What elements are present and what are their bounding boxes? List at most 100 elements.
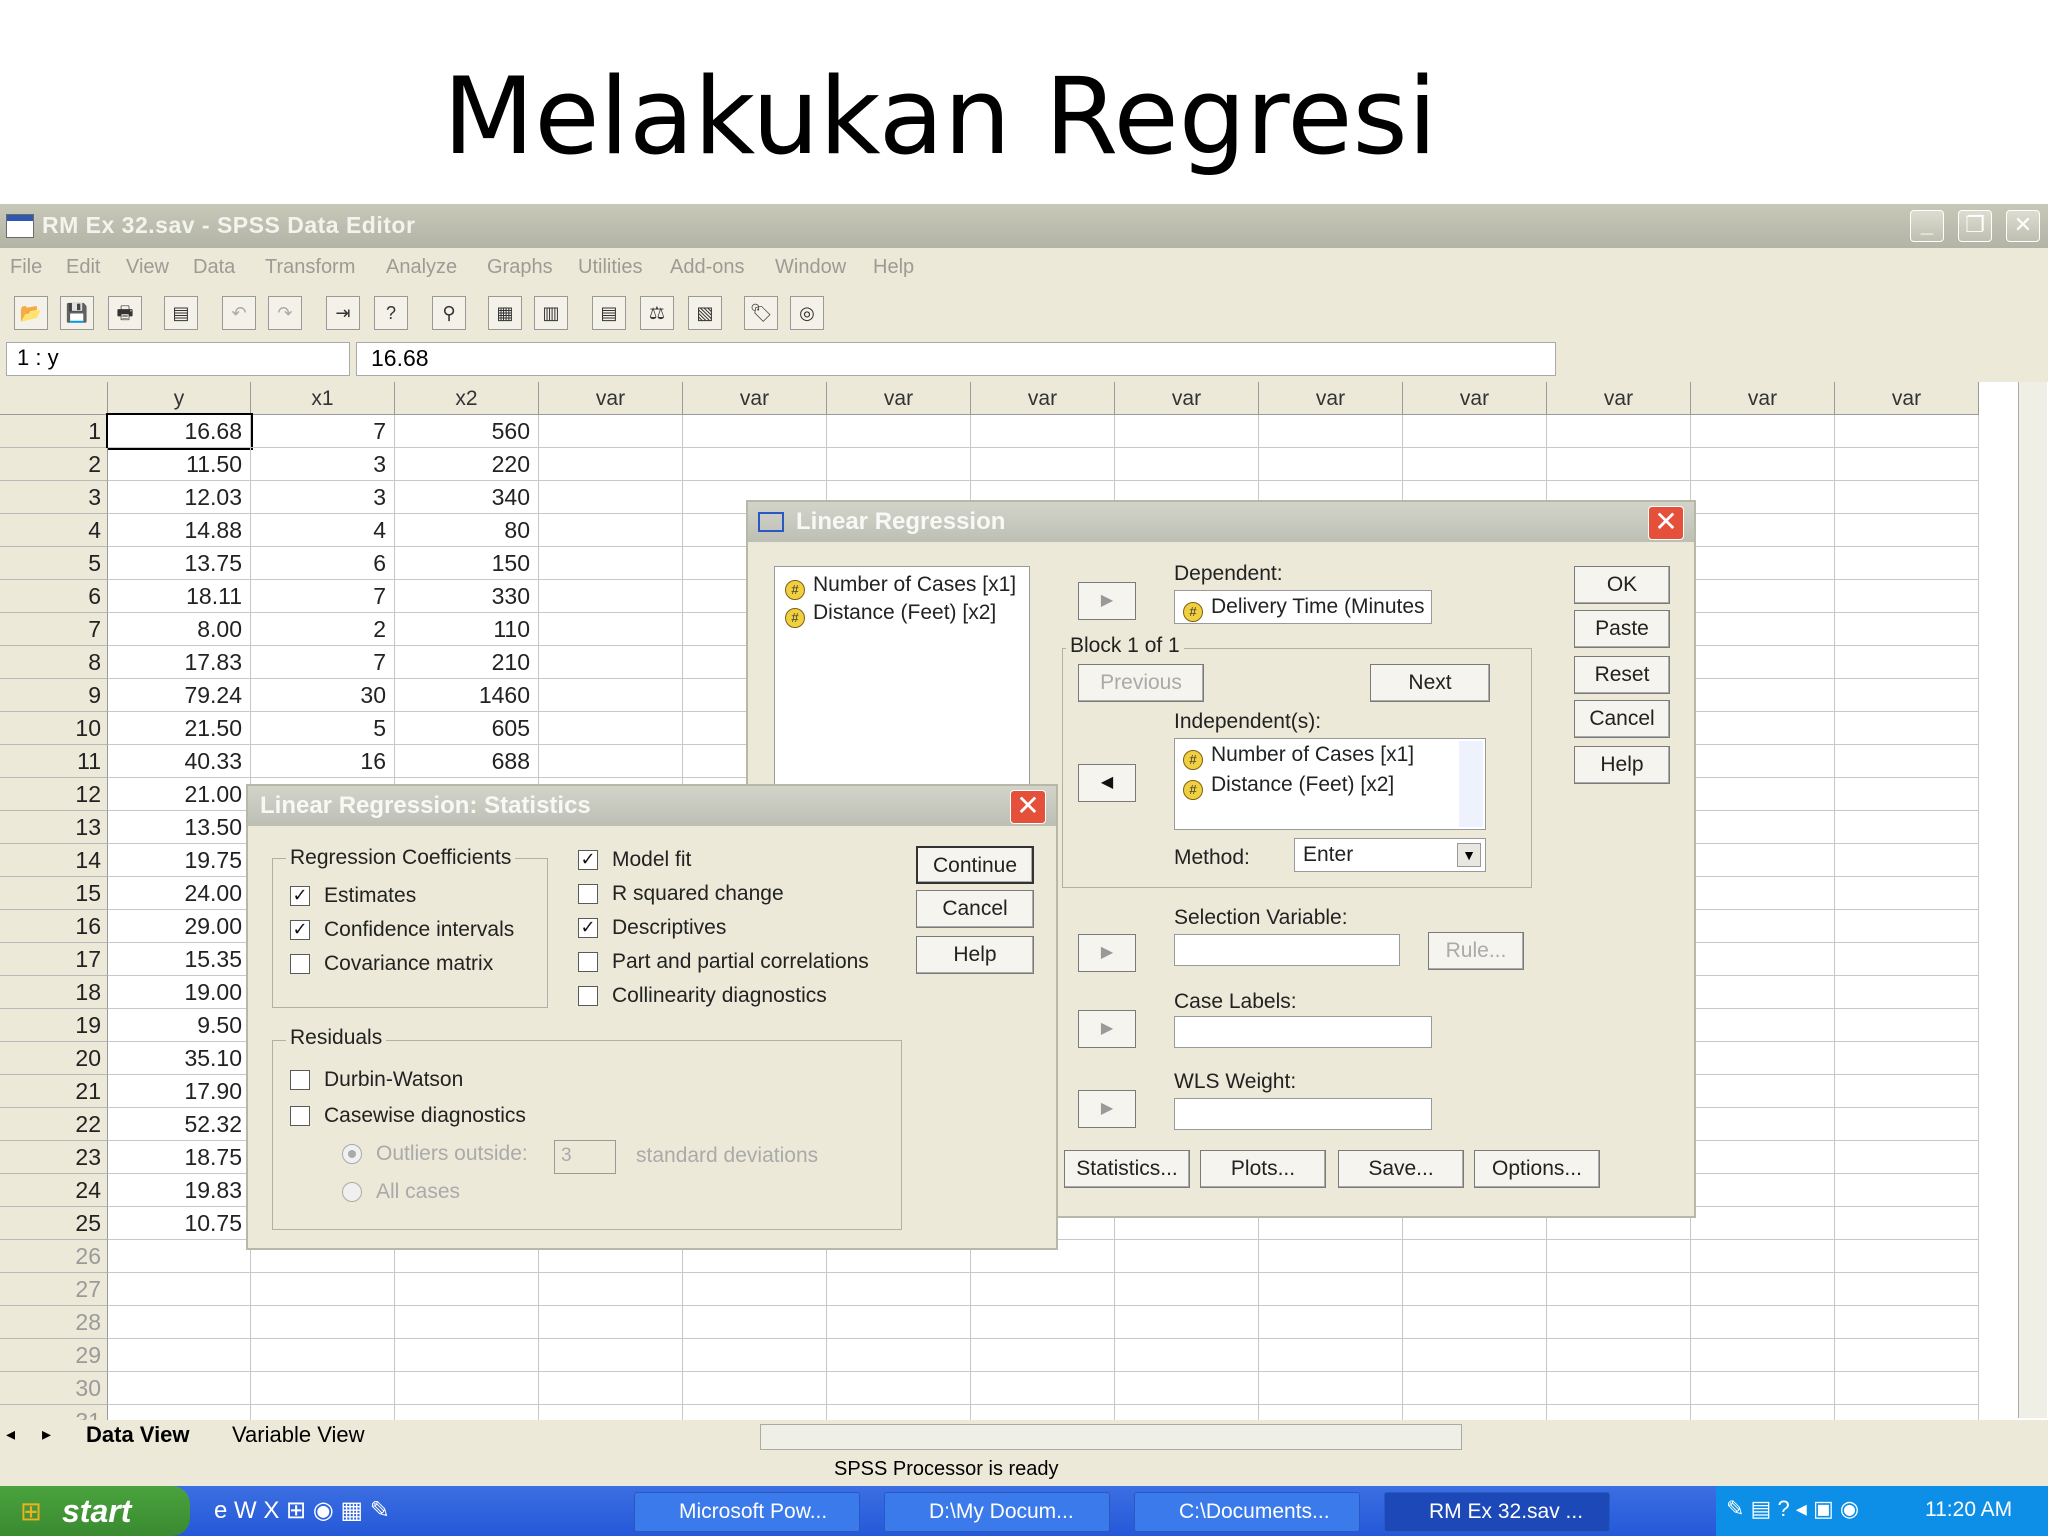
table-cell[interactable] xyxy=(1547,1306,1691,1339)
table-cell[interactable] xyxy=(1835,547,1979,580)
row-header[interactable]: 29 xyxy=(0,1339,108,1372)
column-header[interactable]: var xyxy=(1115,382,1259,415)
table-cell[interactable]: 19.00 xyxy=(108,976,251,1009)
table-cell[interactable] xyxy=(395,1339,539,1372)
table-cell[interactable] xyxy=(1403,1372,1547,1405)
row-header[interactable]: 4 xyxy=(0,514,108,547)
row-header[interactable]: 14 xyxy=(0,844,108,877)
table-cell[interactable] xyxy=(1835,613,1979,646)
row-header[interactable]: 30 xyxy=(0,1372,108,1405)
table-cell[interactable] xyxy=(971,1306,1115,1339)
row-header[interactable]: 8 xyxy=(0,646,108,679)
table-cell[interactable] xyxy=(539,547,683,580)
table-cell[interactable] xyxy=(1547,1339,1691,1372)
table-cell[interactable]: 35.10 xyxy=(108,1042,251,1075)
table-cell[interactable] xyxy=(108,1339,251,1372)
descriptives-checkbox[interactable]: ✓ xyxy=(578,918,598,938)
table-cell[interactable] xyxy=(1835,448,1979,481)
reset-button[interactable]: Reset xyxy=(1574,656,1670,694)
table-cell[interactable] xyxy=(1835,580,1979,613)
table-cell[interactable] xyxy=(683,1339,827,1372)
table-cell[interactable] xyxy=(1403,1339,1547,1372)
use-sets-icon[interactable]: ◎ xyxy=(790,296,824,330)
statistics-titlebar[interactable]: Linear Regression: Statistics xyxy=(248,786,1056,826)
independent-scrollbar[interactable] xyxy=(1459,741,1483,827)
table-cell[interactable] xyxy=(1547,1273,1691,1306)
table-cell[interactable]: 6 xyxy=(251,547,395,580)
continue-button[interactable]: Continue xyxy=(916,846,1034,884)
table-cell[interactable]: 17.90 xyxy=(108,1075,251,1108)
table-cell[interactable] xyxy=(1691,514,1835,547)
table-cell[interactable]: 220 xyxy=(395,448,539,481)
table-cell[interactable] xyxy=(251,1339,395,1372)
table-cell[interactable] xyxy=(971,1273,1115,1306)
table-cell[interactable] xyxy=(539,1372,683,1405)
table-cell[interactable] xyxy=(1691,1372,1835,1405)
table-cell[interactable] xyxy=(1115,1273,1259,1306)
table-cell[interactable] xyxy=(827,1273,971,1306)
row-header[interactable]: 7 xyxy=(0,613,108,646)
table-cell[interactable] xyxy=(539,580,683,613)
table-cell[interactable] xyxy=(1691,613,1835,646)
table-cell[interactable] xyxy=(1547,415,1691,448)
table-cell[interactable] xyxy=(1691,1108,1835,1141)
stats-help-button[interactable]: Help xyxy=(916,936,1034,974)
close-icon[interactable]: ✕ xyxy=(1648,506,1684,540)
table-cell[interactable] xyxy=(827,1339,971,1372)
table-cell[interactable] xyxy=(971,1339,1115,1372)
table-cell[interactable] xyxy=(1115,1372,1259,1405)
table-cell[interactable] xyxy=(1115,1240,1259,1273)
part-partial-checkbox[interactable] xyxy=(578,952,598,972)
table-cell[interactable] xyxy=(1835,679,1979,712)
table-cell[interactable] xyxy=(1259,1339,1403,1372)
table-cell[interactable] xyxy=(1835,745,1979,778)
table-cell[interactable] xyxy=(1691,1042,1835,1075)
table-cell[interactable] xyxy=(1547,1240,1691,1273)
table-cell[interactable] xyxy=(683,1273,827,1306)
table-cell[interactable] xyxy=(1835,1108,1979,1141)
table-cell[interactable]: 10.75 xyxy=(108,1207,251,1240)
row-header[interactable]: 22 xyxy=(0,1108,108,1141)
column-header[interactable]: var xyxy=(1259,382,1403,415)
row-header[interactable]: 3 xyxy=(0,481,108,514)
column-header[interactable]: x2 xyxy=(395,382,539,415)
table-cell[interactable] xyxy=(1547,1372,1691,1405)
table-cell[interactable] xyxy=(251,1372,395,1405)
dialog-recall-icon[interactable]: ▤ xyxy=(164,296,198,330)
table-cell[interactable] xyxy=(395,1372,539,1405)
menu-edit[interactable]: Edit xyxy=(66,256,100,279)
row-header[interactable]: 6 xyxy=(0,580,108,613)
table-cell[interactable] xyxy=(1691,448,1835,481)
table-cell[interactable] xyxy=(1835,1306,1979,1339)
independent-arrow-button[interactable]: ◀ xyxy=(1078,764,1136,802)
all-cases-radio[interactable] xyxy=(342,1182,362,1202)
row-header[interactable]: 18 xyxy=(0,976,108,1009)
restore-icon[interactable]: ❐ xyxy=(1958,210,1992,242)
table-cell[interactable] xyxy=(1835,1339,1979,1372)
menu-view[interactable]: View xyxy=(126,256,169,279)
table-cell[interactable] xyxy=(1259,448,1403,481)
ok-button[interactable]: OK xyxy=(1574,566,1670,604)
close-icon[interactable]: ✕ xyxy=(1010,790,1046,824)
table-cell[interactable] xyxy=(539,415,683,448)
table-cell[interactable] xyxy=(108,1273,251,1306)
table-cell[interactable] xyxy=(1259,1273,1403,1306)
table-cell[interactable] xyxy=(1259,1372,1403,1405)
close-icon[interactable]: ✕ xyxy=(2006,210,2040,242)
quick-launch-icons[interactable]: e W X ⊞ ◉ ▦ ✎ xyxy=(214,1496,390,1525)
table-cell[interactable] xyxy=(971,1372,1115,1405)
covariance-matrix-checkbox[interactable] xyxy=(290,954,310,974)
table-cell[interactable]: 1460 xyxy=(395,679,539,712)
insert-variable-icon[interactable]: ▥ xyxy=(534,296,568,330)
column-header[interactable]: x1 xyxy=(251,382,395,415)
table-cell[interactable] xyxy=(1835,976,1979,1009)
table-cell[interactable] xyxy=(539,1339,683,1372)
table-cell[interactable]: 21.50 xyxy=(108,712,251,745)
row-header[interactable]: 11 xyxy=(0,745,108,778)
table-cell[interactable] xyxy=(1403,1240,1547,1273)
table-cell[interactable]: 8.00 xyxy=(108,613,251,646)
source-var-2[interactable]: # Distance (Feet) [x2] xyxy=(785,601,996,628)
table-cell[interactable] xyxy=(1691,1207,1835,1240)
horizontal-scrollbar[interactable] xyxy=(760,1424,1462,1450)
table-cell[interactable]: 16.68 xyxy=(106,413,253,450)
